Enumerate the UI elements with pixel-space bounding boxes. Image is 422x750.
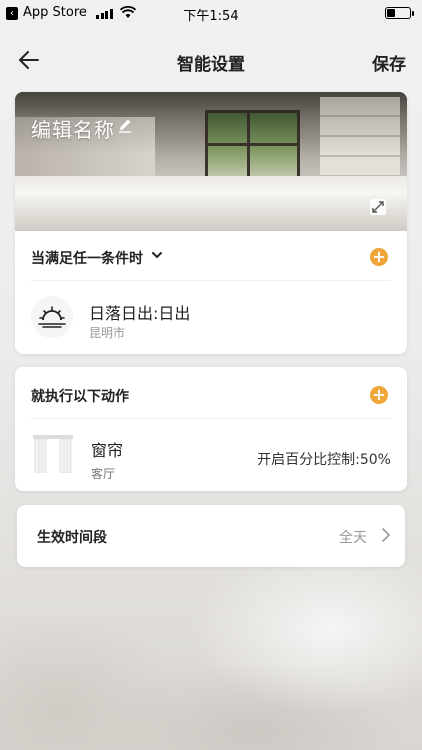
condition-subtitle: 昆明市: [89, 326, 126, 340]
actions-header-label: 就执行以下动作: [31, 389, 129, 405]
add-condition-button[interactable]: +: [370, 248, 388, 266]
effective-time-label: 生效时间段: [37, 530, 107, 546]
chevron-down-icon[interactable]: [151, 250, 163, 260]
status-time: 下午1:54: [183, 9, 239, 24]
action-item[interactable]: 窗帘 客厅 开启百分比控制:50%: [31, 419, 391, 491]
save-button[interactable]: 保存: [372, 50, 406, 75]
condition-item[interactable]: 日落日出:日出 昆明市: [31, 282, 391, 354]
status-bar: ‹ App Store 下午1:54: [0, 0, 422, 28]
add-action-button[interactable]: +: [370, 386, 388, 404]
actions-header: 就执行以下动作 +: [31, 369, 391, 419]
scene-name[interactable]: 编辑名称: [31, 114, 115, 143]
action-device-name: 窗帘: [91, 441, 124, 460]
battery-icon: [385, 7, 414, 19]
condition-title: 日落日出:日出: [89, 304, 191, 323]
scene-cover-image[interactable]: 编辑名称: [15, 92, 407, 231]
chevron-right-icon: [382, 528, 391, 542]
action-device-room: 客厅: [91, 467, 116, 481]
effective-time-row[interactable]: 生效时间段 全天: [17, 505, 405, 567]
sunrise-icon: [31, 296, 73, 338]
page-title: 智能设置: [177, 55, 245, 75]
effective-time-value: 全天: [339, 530, 367, 546]
curtain-icon: [33, 435, 73, 473]
conditions-header-label[interactable]: 当满足任一条件时: [31, 248, 143, 268]
conditions-header[interactable]: 当满足任一条件时 +: [31, 231, 391, 281]
action-value: 开启百分比控制:50%: [257, 452, 391, 468]
edit-pencil-icon[interactable]: [117, 117, 133, 133]
conditions-card: 编辑名称 当满足任一条件时 + 日落日出:日出 昆明市: [15, 92, 407, 354]
nav-bar: 智能设置 保存: [0, 38, 422, 82]
change-image-icon[interactable]: [370, 199, 386, 215]
actions-card: 就执行以下动作 + 窗帘 客厅 开启百分比控制:50%: [15, 367, 407, 491]
